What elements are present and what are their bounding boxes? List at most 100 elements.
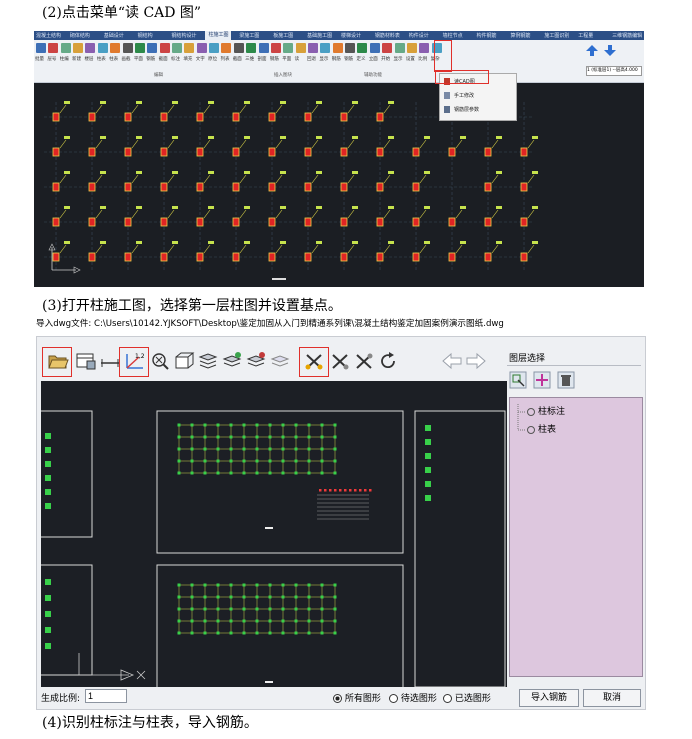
column-mark: [484, 217, 492, 227]
plan-column: [216, 631, 220, 635]
cancel-button[interactable]: 取消: [583, 689, 641, 707]
ribbon-button-icon[interactable]: [159, 43, 170, 53]
ribbon-tab[interactable]: 混凝土结构: [36, 32, 61, 39]
ribbon-button-icon[interactable]: [258, 43, 269, 53]
box-view-icon[interactable]: [173, 351, 195, 371]
ribbon-tab[interactable]: 楼梯设计: [341, 32, 361, 39]
column-leader: [383, 174, 391, 184]
ribbon-tab[interactable]: 基础施工图: [307, 32, 332, 39]
ribbon-button-icon[interactable]: [73, 43, 84, 53]
plan-column: [203, 595, 207, 599]
layer-filter-icon[interactable]: [269, 351, 291, 371]
ribbon-button-icon[interactable]: [221, 43, 232, 53]
menu-item-manual-edit[interactable]: 手工修改: [454, 92, 474, 99]
radio-pending-shapes[interactable]: 待选图形: [389, 691, 437, 704]
plan-column: [216, 619, 220, 623]
ribbon-tab[interactable]: 施工图识别: [544, 32, 569, 39]
ribbon-button-icon[interactable]: [122, 43, 133, 53]
layer-select-icon[interactable]: [509, 371, 527, 389]
ribbon-button-icon[interactable]: [320, 43, 331, 53]
ribbon-button-icon[interactable]: [332, 43, 343, 53]
column-mark: [304, 252, 312, 262]
ribbon-button-icon[interactable]: [382, 43, 393, 53]
ribbon-button-icon[interactable]: [209, 43, 220, 53]
ribbon-button-icon[interactable]: [357, 43, 368, 53]
panel-arrow-icons[interactable]: [582, 42, 644, 62]
ribbon-button-icon[interactable]: [110, 43, 121, 53]
ribbon-button-icon[interactable]: [419, 43, 430, 53]
ribbon-tab[interactable]: 钢筋材料表: [375, 32, 400, 39]
ribbon-tab[interactable]: 墙柱节点: [443, 32, 463, 39]
ribbon-button-icon[interactable]: [233, 43, 244, 53]
ribbon-button-label: 标注: [171, 57, 180, 62]
column-leader: [167, 104, 175, 114]
redo-icon[interactable]: [465, 351, 487, 371]
ribbon-button-icon[interactable]: [394, 43, 405, 53]
dwg-preview-canvas[interactable]: [41, 381, 507, 687]
layer-add-icon[interactable]: [221, 351, 243, 371]
ribbon-button-icon[interactable]: [184, 43, 195, 53]
layer-stack-icon[interactable]: [197, 351, 219, 371]
ribbon-tab[interactable]: 柱施工图: [205, 31, 232, 40]
ribbon-tab[interactable]: 基础设计: [104, 32, 124, 39]
layer-item-column-label[interactable]: 柱标注: [538, 404, 565, 417]
ribbon-button-icon[interactable]: [369, 43, 380, 53]
ribbon-button-icon[interactable]: [270, 43, 281, 53]
ribbon-button-icon[interactable]: [345, 43, 356, 53]
ribbon-button-icon[interactable]: [36, 43, 46, 53]
measure-icon[interactable]: [99, 351, 121, 371]
plan-column: [268, 459, 272, 463]
ribbon-button-icon[interactable]: [172, 43, 182, 53]
ribbon-tab[interactable]: 砌体结构: [70, 32, 90, 39]
layer-item-column-table[interactable]: 柱表: [538, 422, 556, 435]
ribbon-button-icon[interactable]: [134, 43, 145, 53]
undo-icon[interactable]: [441, 351, 463, 371]
ribbon-button-icon[interactable]: [85, 43, 96, 53]
ribbon-tab[interactable]: 构件设计: [409, 32, 429, 39]
layer-settings-icon[interactable]: [75, 351, 97, 371]
ribbon-button-icon[interactable]: [308, 43, 318, 53]
plan-column: [307, 471, 311, 475]
column-mark: [448, 217, 456, 227]
plan-column: [268, 447, 272, 451]
ribbon-button-icon[interactable]: [97, 43, 108, 53]
plan-column: [281, 435, 285, 439]
plan-column: [268, 631, 272, 635]
column-mark: [52, 252, 60, 262]
recognize-all-icon[interactable]: [353, 351, 375, 371]
ribbon-button-icon[interactable]: [406, 43, 417, 53]
floor-select[interactable]: 1 (标准层1) --层高4.000: [586, 66, 642, 76]
refresh-icon[interactable]: [377, 351, 399, 371]
ribbon-tab[interactable]: 构件钢筋: [477, 32, 497, 39]
ribbon-button-icon[interactable]: [147, 43, 158, 53]
radio-checked-icon: [333, 694, 342, 703]
ribbon-button-icon[interactable]: [196, 43, 207, 53]
column-leader: [347, 244, 355, 254]
column-tag: [280, 241, 286, 244]
ribbon-button-icon[interactable]: [283, 43, 294, 53]
ribbon-button-icon[interactable]: [295, 43, 306, 53]
import-rebar-button[interactable]: 导入钢筋: [519, 689, 579, 707]
ribbon-button-icon[interactable]: [246, 43, 257, 53]
radio-all-shapes[interactable]: 所有图形: [333, 691, 381, 704]
column-tag: [352, 171, 358, 174]
trash-icon[interactable]: [557, 371, 575, 389]
ribbon-tab[interactable]: 三维钢筋编辑: [612, 32, 642, 39]
layer-add-cross-icon[interactable]: [533, 371, 551, 389]
radio-selected-shapes[interactable]: 已选图形: [443, 691, 491, 704]
ribbon-tab[interactable]: 板施工图: [273, 32, 293, 39]
menu-item-rebar-params[interactable]: 钢筋层参数: [454, 106, 479, 113]
ribbon-tab[interactable]: 算例钢筋: [510, 32, 530, 39]
ribbon-tab[interactable]: 梁施工图: [239, 32, 259, 39]
ribbon-button-icon[interactable]: [60, 43, 71, 53]
ribbon-tab[interactable]: 工程量: [578, 32, 593, 39]
ribbon-tab[interactable]: 钢结构: [138, 32, 153, 39]
ribbon-button-icon[interactable]: [48, 43, 59, 53]
plan-column: [294, 447, 298, 451]
layer-remove-icon[interactable]: [245, 351, 267, 371]
ribbon-tab[interactable]: 钢结构设计: [172, 32, 197, 39]
recognize-table-icon[interactable]: [329, 351, 351, 371]
ratio-input[interactable]: [85, 689, 127, 703]
plan-column: [333, 583, 337, 587]
zoom-icon[interactable]: [149, 351, 171, 371]
